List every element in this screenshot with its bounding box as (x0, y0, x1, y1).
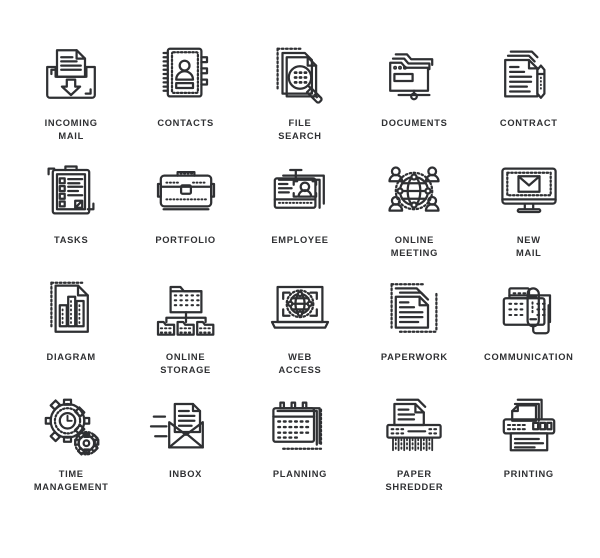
icon-item-contract[interactable]: CONTRACT (472, 38, 586, 155)
icon-label: ONLINE MEETING (390, 235, 439, 258)
icon-item-planning[interactable]: PLANNING (243, 389, 357, 506)
icon-label: NEW MAIL (516, 235, 542, 258)
new-mail-icon (490, 155, 568, 227)
icon-label: COMMUNICATION (484, 352, 574, 362)
portfolio-icon (147, 155, 225, 227)
tasks-icon (32, 155, 110, 227)
icon-item-web-access[interactable]: WEB ACCESS (243, 272, 357, 389)
icon-item-time-management[interactable]: TIME MANAGEMENT (14, 389, 128, 506)
communication-icon (490, 272, 568, 344)
icon-label: WEB ACCESS (278, 352, 322, 375)
icon-item-contacts[interactable]: CONTACTS (128, 38, 242, 155)
icon-label: PAPER SHREDDER (385, 469, 444, 492)
icon-label: CONTRACT (499, 118, 558, 128)
icon-label: ONLINE STORAGE (160, 352, 211, 375)
online-meeting-icon (375, 155, 453, 227)
icon-item-paper-shredder[interactable]: PAPER SHREDDER (357, 389, 471, 506)
icon-item-online-storage[interactable]: ONLINE STORAGE (128, 272, 242, 389)
contacts-icon (147, 38, 225, 110)
icon-label: PLANNING (272, 469, 328, 479)
icon-item-file-search[interactable]: FILE SEARCH (243, 38, 357, 155)
icon-label: INBOX (169, 469, 203, 479)
paperwork-icon (375, 272, 453, 344)
icon-item-online-meeting[interactable]: ONLINE MEETING (357, 155, 471, 272)
icon-label: PAPERWORK (380, 352, 448, 362)
icon-item-paperwork[interactable]: PAPERWORK (357, 272, 471, 389)
icon-item-communication[interactable]: COMMUNICATION (472, 272, 586, 389)
icon-label: DIAGRAM (46, 352, 96, 362)
icon-item-incoming-mail[interactable]: INCOMING MAIL (14, 38, 128, 155)
icon-item-employee[interactable]: EMPLOYEE (243, 155, 357, 272)
file-search-icon (261, 38, 339, 110)
icon-item-new-mail[interactable]: NEW MAIL (472, 155, 586, 272)
employee-icon (261, 155, 339, 227)
icon-label: TASKS (54, 235, 89, 245)
icon-label: FILE SEARCH (278, 118, 322, 141)
documents-icon (375, 38, 453, 110)
icon-item-inbox[interactable]: INBOX (128, 389, 242, 506)
icon-label: EMPLOYEE (271, 235, 329, 245)
icon-label: PORTFOLIO (155, 235, 216, 245)
diagram-icon (32, 272, 110, 344)
incoming-mail-icon (32, 38, 110, 110)
time-management-icon (32, 389, 110, 461)
icon-label: PRINTING (503, 469, 554, 479)
icon-item-printing[interactable]: PRINTING (472, 389, 586, 506)
printing-icon (490, 389, 568, 461)
web-access-icon (261, 272, 339, 344)
icon-label: CONTACTS (157, 118, 214, 128)
icon-item-tasks[interactable]: TASKS (14, 155, 128, 272)
icon-label: INCOMING MAIL (44, 118, 98, 141)
contract-icon (490, 38, 568, 110)
icon-label: DOCUMENTS (381, 118, 448, 128)
planning-icon (261, 389, 339, 461)
online-storage-icon (147, 272, 225, 344)
icon-item-portfolio[interactable]: PORTFOLIO (128, 155, 242, 272)
icon-grid: INCOMING MAIL CONTACTS FILE SEARCH DOCUM… (0, 0, 600, 558)
inbox-icon (147, 389, 225, 461)
icon-item-diagram[interactable]: DIAGRAM (14, 272, 128, 389)
icon-item-documents[interactable]: DOCUMENTS (357, 38, 471, 155)
icon-label: TIME MANAGEMENT (33, 469, 109, 492)
paper-shredder-icon (375, 389, 453, 461)
